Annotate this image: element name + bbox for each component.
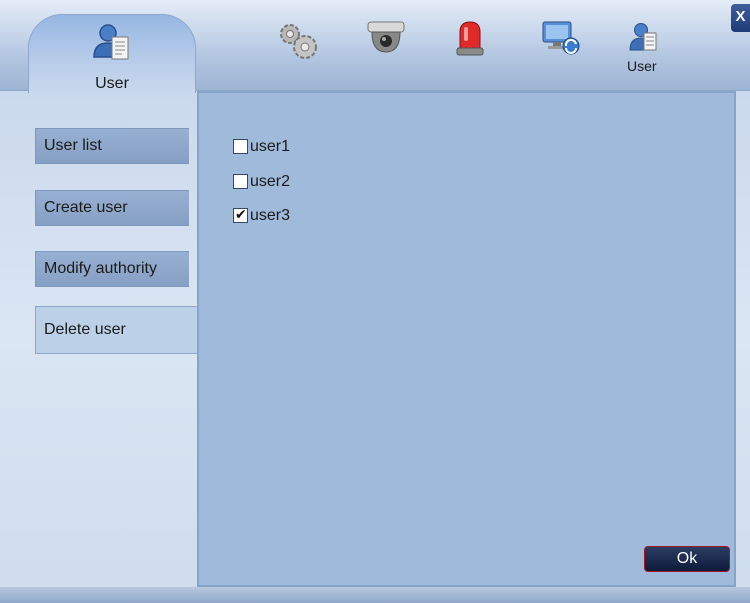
gears-icon[interactable] bbox=[274, 18, 322, 71]
ok-button[interactable]: Ok bbox=[644, 546, 730, 572]
sidebar-item-delete-user[interactable]: Delete user bbox=[35, 306, 199, 354]
user-icon bbox=[92, 23, 132, 76]
user-row-user2[interactable]: user2 bbox=[233, 171, 290, 193]
user3-label: user3 bbox=[250, 207, 291, 224]
camera-icon[interactable] bbox=[365, 18, 407, 71]
user1-label: user1 bbox=[250, 138, 291, 155]
tab-user-label: User bbox=[95, 75, 129, 92]
alarm-icon[interactable] bbox=[454, 18, 486, 71]
user1-checkbox[interactable] bbox=[233, 139, 248, 155]
user3-checkbox[interactable]: ✔ bbox=[233, 206, 248, 224]
user-row-user3[interactable]: ✔ user3 bbox=[233, 205, 290, 227]
user-management-window: User User X User list Create user Modify… bbox=[0, 0, 750, 603]
sidebar-item-user-list[interactable]: User list bbox=[35, 128, 189, 164]
sidebar-item-modify-authority[interactable]: Modify authority bbox=[35, 251, 189, 287]
sidebar-item-create-user[interactable]: Create user bbox=[35, 190, 189, 226]
tab-user[interactable]: User bbox=[28, 14, 196, 93]
content-panel: user1 user2 ✔ user3 Ok bbox=[197, 91, 736, 587]
user2-checkbox[interactable] bbox=[233, 174, 248, 190]
bottom-bar bbox=[0, 587, 750, 603]
close-button[interactable]: X bbox=[731, 4, 750, 32]
toolbar-user-label: User bbox=[627, 58, 657, 74]
checkmark-icon: ✔ bbox=[235, 206, 247, 223]
user-row-user1[interactable]: user1 bbox=[233, 136, 290, 158]
user2-label: user2 bbox=[250, 173, 291, 190]
network-icon[interactable] bbox=[540, 18, 584, 71]
